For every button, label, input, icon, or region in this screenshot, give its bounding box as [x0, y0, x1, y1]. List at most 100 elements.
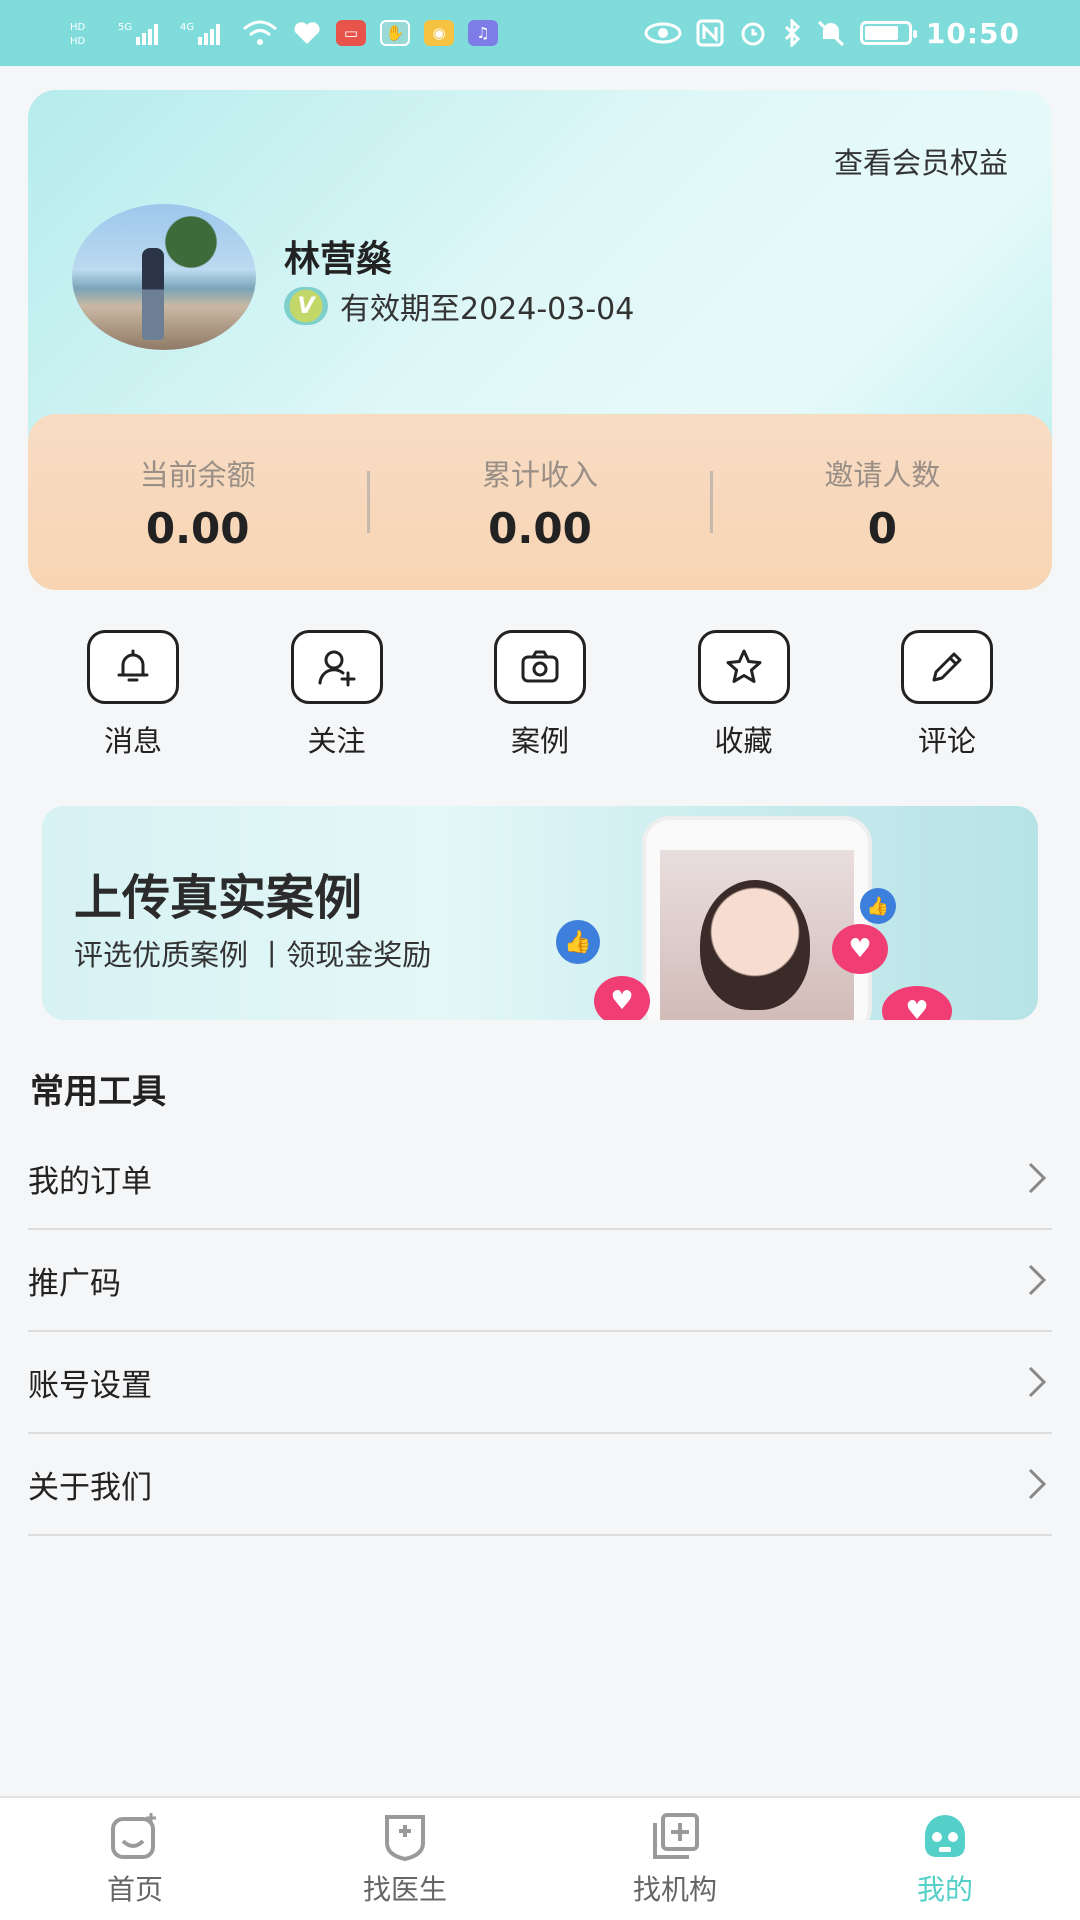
quick-action-box[interactable] [697, 630, 790, 704]
upload-case-banner[interactable]: 上传真实案例 评选优质案例 丨领现金奖励 👍 ♥ ♥ ♥ 👍 [42, 806, 1038, 1020]
nav-item-find-doctor[interactable]: 找医生 [270, 1798, 540, 1920]
thumbs-up-icon: 👍 [556, 920, 600, 964]
app-icon-1: ▭ [336, 20, 366, 46]
tools-list: 我的订单 推广码 账号设置 关于我们 [28, 1128, 1052, 1536]
quick-action-label: 关注 [307, 724, 366, 758]
heart-icon: ♥ [832, 924, 888, 974]
weibo-icon: ◉ [424, 20, 454, 46]
thumbs-up-icon: 👍 [860, 888, 896, 924]
quick-action-label: 收藏 [714, 724, 773, 758]
member-benefits-link[interactable]: 查看会员权益 [834, 140, 1008, 182]
doctor-icon [376, 1810, 434, 1862]
tool-promo-code[interactable]: 推广码 [28, 1230, 1052, 1332]
quick-action-box[interactable] [901, 630, 993, 704]
stat-value: 0.00 [488, 503, 592, 553]
quick-action-favorites[interactable]: 收藏 [669, 630, 819, 760]
nav-item-home[interactable]: 首页 [0, 1798, 270, 1920]
user-name: 林营燊 [284, 239, 393, 280]
status-time: 10:50 [925, 16, 1020, 50]
bottom-nav: 首页 找医生 找机构 我的 [0, 1796, 1080, 1920]
quick-action-cases[interactable]: 案例 [465, 630, 615, 760]
nav-label: 找机构 [632, 1873, 717, 1906]
institution-icon [646, 1810, 704, 1862]
pencil-icon [932, 652, 962, 682]
chevron-right-icon [1022, 1468, 1052, 1500]
health-heart-icon [292, 20, 322, 46]
vip-expiry: 有效期至2024-03-04 [340, 292, 635, 327]
nav-item-profile[interactable]: 我的 [810, 1798, 1080, 1920]
chevron-right-icon [1022, 1162, 1052, 1194]
quick-action-box[interactable] [494, 630, 586, 704]
svg-text:5G: 5G [118, 22, 132, 33]
stat-label: 当前余额 [139, 457, 256, 492]
avatar[interactable] [72, 204, 256, 350]
vip-row: V 有效期至2024-03-04 [284, 284, 634, 328]
hd-signal-icon: HD HD [70, 18, 104, 48]
bluetooth-icon [782, 19, 802, 47]
nav-label: 我的 [916, 1873, 973, 1906]
battery-fill [864, 26, 898, 40]
stat-label: 累计收入 [481, 457, 598, 492]
mute-icon [816, 19, 846, 47]
stat-label: 邀请人数 [824, 457, 941, 492]
quick-action-messages[interactable]: 消息 [58, 630, 208, 760]
tool-label: 账号设置 [28, 1367, 152, 1404]
nav-label: 首页 [106, 1873, 163, 1906]
chevron-right-icon [1022, 1264, 1052, 1296]
vip-badge-icon: V [284, 287, 328, 325]
stat-income[interactable]: 累计收入 0.00 [370, 452, 709, 553]
wifi-icon [242, 19, 278, 47]
alarm-icon [738, 19, 768, 47]
tools-section-title: 常用工具 [30, 1072, 166, 1112]
avatar-person [142, 248, 164, 340]
profile-icon [916, 1810, 974, 1862]
quick-action-box[interactable] [290, 630, 383, 704]
stat-invites[interactable]: 邀请人数 0 [713, 452, 1052, 553]
chevron-right-icon [1022, 1366, 1052, 1398]
camera-icon [521, 650, 559, 683]
tool-label: 关于我们 [28, 1469, 152, 1506]
bell-icon [117, 649, 149, 682]
banner-subtitle: 评选优质案例 丨领现金奖励 [74, 938, 432, 972]
phone-screen [660, 850, 854, 1020]
tool-label: 推广码 [28, 1265, 121, 1302]
5g-signal-icon: 5G [118, 19, 166, 47]
phone-illustration [642, 816, 872, 1020]
member-card: 查看会员权益 林营燊 V 有效期至2024-03-04 当前余额 0.00 累计… [28, 90, 1052, 590]
tool-account-settings[interactable]: 账号设置 [28, 1332, 1052, 1434]
quick-action-label: 消息 [103, 724, 162, 758]
tool-my-orders[interactable]: 我的订单 [28, 1128, 1052, 1230]
heart-icon: ♥ [882, 986, 952, 1020]
nfc-icon [696, 19, 724, 47]
quick-action-follow[interactable]: 关注 [262, 630, 412, 760]
app-icon-2: ✋ [380, 20, 410, 46]
svg-text:HD: HD [70, 22, 86, 33]
stat-balance[interactable]: 当前余额 0.00 [28, 452, 367, 553]
add-user-icon [318, 650, 355, 687]
stat-value: 0.00 [145, 503, 250, 553]
model-portrait [700, 880, 810, 1010]
nav-label: 找医生 [362, 1873, 447, 1906]
stat-value: 0 [867, 503, 897, 553]
quick-action-comments[interactable]: 评论 [872, 630, 1022, 760]
quick-action-box[interactable] [87, 630, 179, 704]
status-bar-left: HD HD 5G 4G ▭ ✋ ◉ ♫ [70, 18, 498, 48]
avatar-palm-tree [156, 214, 226, 294]
svg-text:HD: HD [70, 36, 86, 47]
quick-action-label: 评论 [917, 724, 976, 758]
tool-label: 我的订单 [28, 1163, 152, 1200]
heart-icon: ♥ [594, 976, 650, 1020]
music-icon: ♫ [468, 20, 498, 46]
home-icon [106, 1810, 164, 1862]
banner-title: 上传真实案例 [74, 870, 363, 926]
nav-item-find-institution[interactable]: 找机构 [540, 1798, 810, 1920]
svg-text:4G: 4G [180, 22, 194, 33]
star-icon [726, 649, 761, 683]
tool-about-us[interactable]: 关于我们 [28, 1434, 1052, 1536]
4g-signal-icon: 4G [180, 19, 228, 47]
eye-icon [644, 21, 682, 45]
quick-action-label: 案例 [510, 724, 569, 758]
status-bar: HD HD 5G 4G ▭ ✋ ◉ ♫ 10:50 [0, 0, 1080, 66]
battery-icon [859, 21, 917, 45]
stats-panel: 当前余额 0.00 累计收入 0.00 邀请人数 0 [28, 414, 1052, 590]
